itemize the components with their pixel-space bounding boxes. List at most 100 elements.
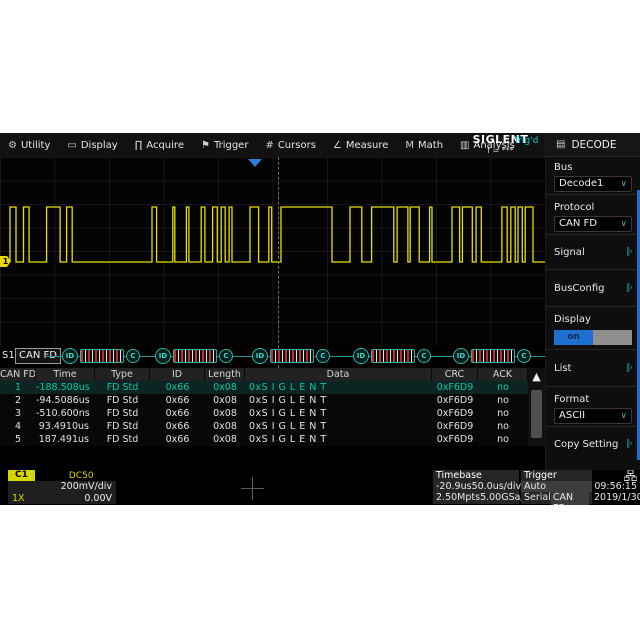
table-row[interactable]: 1-188.508usFD Std0x660x080xS I G L E N T… [0, 381, 528, 394]
menu-item-measure[interactable]: ∠ Measure [333, 140, 388, 151]
display-toggle[interactable]: on [554, 330, 632, 345]
acquisition-points: 2.50Mpts [436, 492, 480, 503]
copy-setting-menu-item[interactable]: Copy Setting ‖› [546, 429, 640, 459]
trigger-position-indicator[interactable] [248, 159, 262, 167]
frame-crc-bubble: C [316, 349, 330, 363]
divider [546, 234, 640, 235]
channel1-descriptor[interactable]: C1 DC50 200mV/div 1X 0.00V [8, 470, 116, 504]
divider [546, 306, 640, 307]
channel1-coupling: DC50 [69, 471, 94, 481]
bus-select[interactable]: Decode1 ∨ [554, 176, 632, 192]
format-label: Format [546, 389, 640, 408]
menu-item-label: Acquire [146, 140, 184, 151]
protocol-select[interactable]: CAN FD ∨ [554, 216, 632, 232]
timebase-descriptor[interactable]: Timebase -20.9us 50.0us/div 2.50Mpts 5.0… [433, 470, 519, 504]
trigger-descriptor[interactable]: Trigger Auto Serial CAN FD [521, 470, 592, 504]
table-cell: -94.5086us [36, 394, 95, 407]
menu-item-math[interactable]: MMath [405, 140, 443, 151]
table-cell: 0x08 [205, 381, 245, 394]
frame-id-bubble: ID [453, 348, 469, 364]
table-cell: FD Std [95, 433, 150, 446]
column-header: Length [205, 368, 245, 381]
table-cell: 0x66 [150, 420, 205, 433]
table-row[interactable]: 3-510.600nsFD Std0x660x080xS I G L E N T… [0, 407, 528, 420]
column-header: Time [36, 368, 95, 381]
frame-crc-bubble: C [219, 349, 233, 363]
frame-data-segment [471, 349, 515, 363]
decode-source-label: S1 [2, 350, 15, 361]
table-cell: 0xS I G L E N T [245, 433, 432, 446]
table-cell: 0xS I G L E N T [245, 381, 432, 394]
decode-dialog: ▤ DECODE Bus Decode1 ∨ Protocol CAN FD ∨… [545, 133, 640, 470]
divider [546, 386, 640, 387]
table-cell: 0xF6D9 [432, 407, 478, 420]
table-row[interactable]: 5187.491usFD Std0x660x080xS I G L E N T0… [0, 433, 528, 446]
measure-icon: ∠ [333, 140, 342, 151]
table-cell: FD Std [95, 420, 150, 433]
table-cell: FD Std [95, 407, 150, 420]
protocol-label: Protocol [546, 197, 640, 216]
table-row[interactable]: 493.4910usFD Std0x660x080xS I G L E N T0… [0, 420, 528, 433]
can-signal-trace [0, 157, 545, 345]
toggle-on[interactable]: on [554, 330, 593, 345]
trigger-mode: Auto [524, 481, 546, 492]
display-icon: ▭ [67, 140, 76, 151]
clock-panel: 09:56:15 2019/1/30 [594, 470, 640, 504]
menu-item-cursors[interactable]: # Cursors [265, 140, 315, 151]
table-cell: 0x08 [205, 407, 245, 420]
column-header: ACK [478, 368, 528, 381]
table-cell: 1 [0, 381, 36, 394]
table-cell: no [478, 433, 528, 446]
table-cell: 0x66 [150, 381, 205, 394]
signal-menu-item[interactable]: Signal ‖› [546, 237, 640, 267]
table-cell: 5 [0, 433, 36, 446]
table-cell: 0x08 [205, 433, 245, 446]
decode-list-table: CAN FDTimeTypeIDLengthDataCRCACK1-188.50… [0, 368, 528, 446]
table-row[interactable]: 2-94.5086usFD Std0x660x080xS I G L E N T… [0, 394, 528, 407]
frame-id-bubble: ID [155, 348, 171, 364]
table-cell: FD Std [95, 394, 150, 407]
trigger-title: Trigger [524, 470, 589, 481]
frame-data-segment [270, 349, 314, 363]
menu-item-display[interactable]: ▭Display [67, 140, 117, 151]
list-menu-item[interactable]: List ‖› [546, 352, 640, 384]
format-select[interactable]: ASCII ∨ [554, 408, 632, 424]
timebase-delay: -20.9us [436, 481, 472, 492]
table-cell: 0x66 [150, 394, 205, 407]
scroll-up-icon[interactable]: ▲ [528, 368, 545, 386]
table-header-row: CAN FDTimeTypeIDLengthDataCRCACK [0, 368, 528, 381]
column-header: ID [150, 368, 205, 381]
menu-item-label: Measure [346, 140, 389, 151]
cursors-icon: # [265, 140, 273, 151]
toggle-off[interactable] [593, 330, 632, 345]
lan-icon [624, 470, 637, 481]
waveform-display [0, 157, 545, 345]
divider [546, 269, 640, 270]
menu-item-trigger[interactable]: ⚑Trigger [201, 140, 248, 151]
frame-data-segment [80, 349, 124, 363]
channel1-badge: C1 [8, 470, 35, 481]
channel1-offset: 0.00V [84, 493, 112, 504]
trigger-bus: CAN FD [551, 492, 589, 505]
submenu-arrow-icon: ‖› [626, 247, 632, 257]
menu-item-acquire[interactable]: ∏Acquire [135, 140, 184, 151]
column-header: CRC [432, 368, 478, 381]
menu-item-label: Cursors [278, 140, 316, 151]
busconfig-menu-item[interactable]: BusConfig ‖› [546, 272, 640, 304]
table-cell: no [478, 394, 528, 407]
status-bar: C1 DC50 200mV/div 1X 0.00V Timebase -20.… [0, 470, 640, 505]
trigger-type: Serial [524, 492, 551, 505]
table-cell: 0x66 [150, 433, 205, 446]
chevron-down-icon: ∨ [620, 217, 627, 231]
table-cell: 0x08 [205, 420, 245, 433]
table-cell: 4 [0, 420, 36, 433]
table-cell: 0xF6D9 [432, 381, 478, 394]
frequency-counter: f = *** [458, 145, 543, 156]
scrollbar-thumb[interactable] [531, 390, 542, 438]
divider [546, 349, 640, 350]
table-cell: 0xS I G L E N T [245, 394, 432, 407]
menu-item-utility[interactable]: ⚙Utility [8, 140, 50, 151]
table-cell: 187.491us [36, 433, 95, 446]
chevron-down-icon: ∨ [620, 409, 627, 423]
table-cell: no [478, 407, 528, 420]
